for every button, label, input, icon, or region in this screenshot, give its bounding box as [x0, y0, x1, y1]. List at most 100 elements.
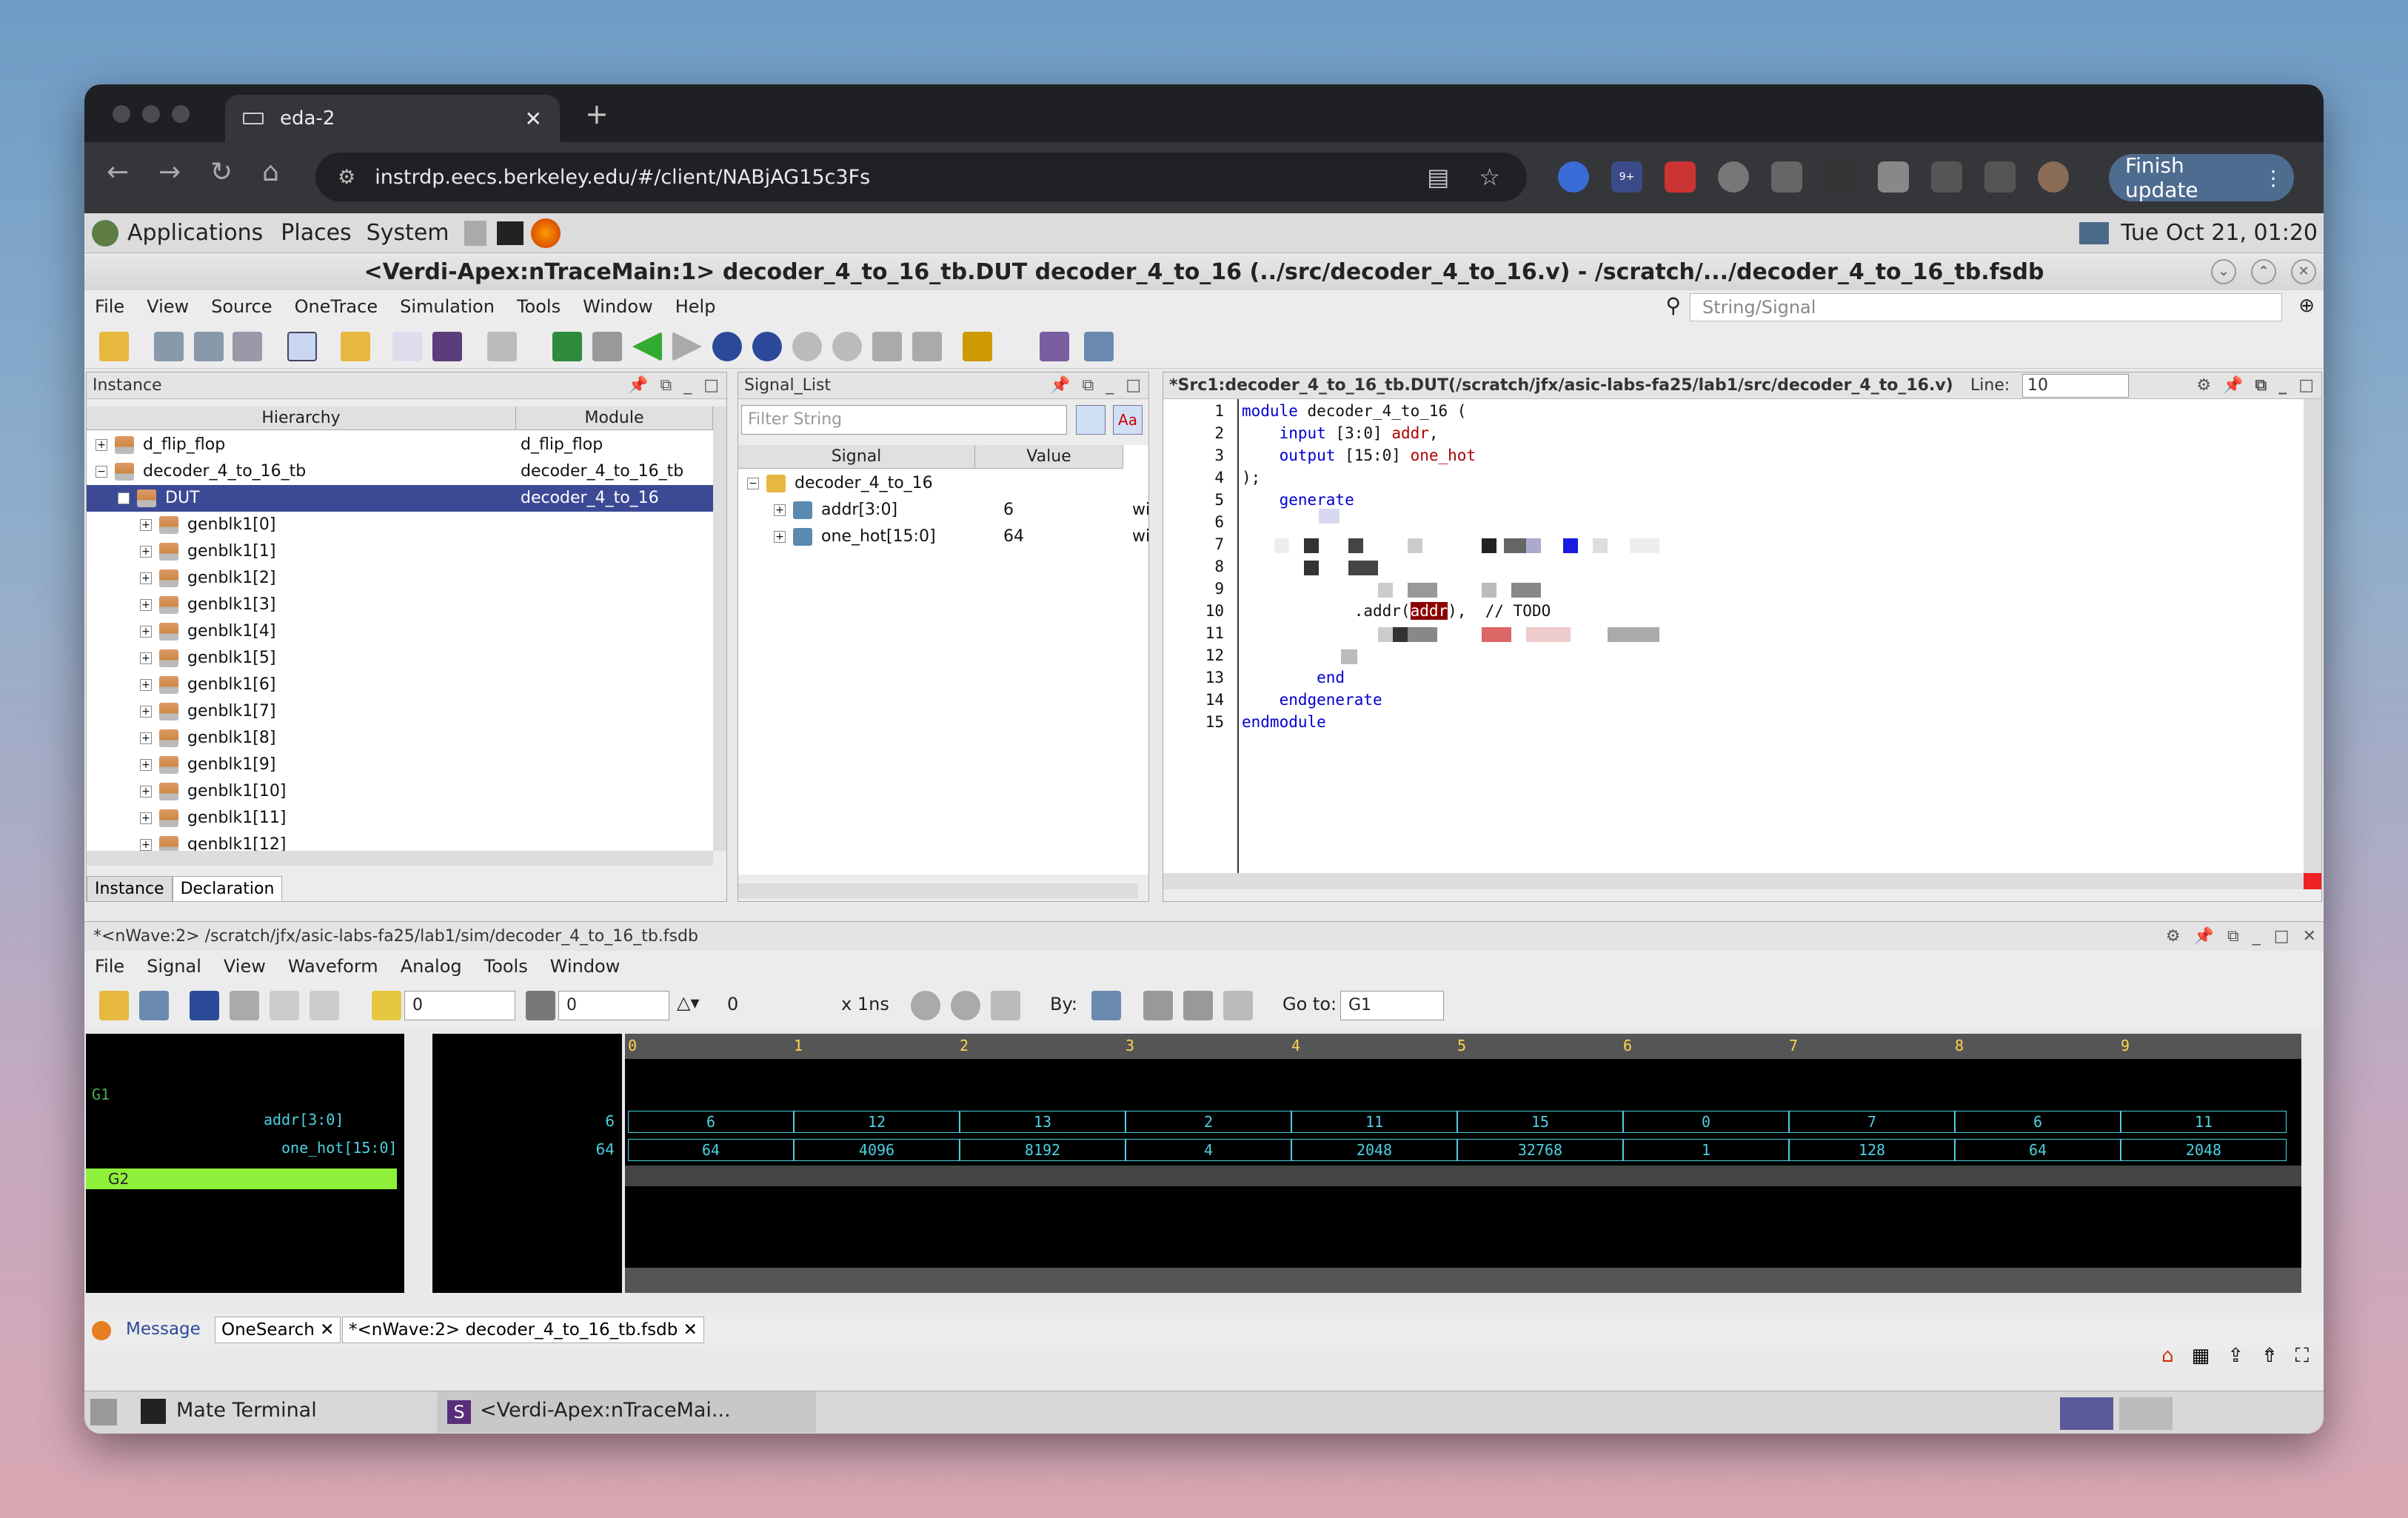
wave-segment[interactable]: 7 — [1789, 1111, 1955, 1133]
bookmark-icon[interactable] — [963, 332, 992, 361]
minimize-icon[interactable]: _ — [2278, 372, 2287, 399]
tab-instance[interactable]: Instance — [87, 876, 173, 901]
undo-icon[interactable] — [190, 991, 219, 1020]
wave-segment[interactable]: 64 — [1955, 1139, 2121, 1161]
text-editor-icon[interactable] — [464, 220, 486, 246]
disconnect-icon[interactable] — [912, 332, 942, 361]
wave-segment[interactable]: 6 — [1955, 1111, 2121, 1133]
l-icon[interactable] — [552, 332, 582, 361]
cursor-time-input[interactable]: 0 — [404, 991, 515, 1020]
up-icon[interactable] — [792, 332, 822, 361]
task-mate-terminal[interactable]: Mate Terminal — [176, 1399, 317, 1422]
nwave-menu-signal[interactable]: Signal — [147, 956, 201, 977]
tab-onesearch[interactable]: OneSearch ✕ — [215, 1317, 341, 1343]
col-signal[interactable]: Signal — [738, 445, 975, 469]
undock-icon[interactable]: ⧉ — [2255, 372, 2267, 399]
extension-red-icon[interactable] — [1665, 161, 1696, 193]
e-icon[interactable] — [432, 332, 462, 361]
tab-message[interactable]: Message — [126, 1320, 201, 1339]
cursor-icon[interactable] — [372, 991, 401, 1020]
reload-icon[interactable] — [139, 991, 169, 1020]
nwave-menu-waveform[interactable]: Waveform — [288, 956, 378, 977]
window-close-icon[interactable]: ✕ — [2291, 259, 2316, 284]
close-icon[interactable]: ✕ — [320, 1320, 334, 1340]
window-maximize-icon[interactable]: ⌃ — [2251, 259, 2276, 284]
gnome-menu-system[interactable]: System — [367, 220, 449, 246]
signal-row[interactable]: + one_hot[15:0] 64 wi — [774, 524, 1148, 550]
extension-shield-icon[interactable] — [1558, 161, 1589, 193]
paste-icon[interactable] — [310, 991, 339, 1020]
wave-segment[interactable]: 128 — [1789, 1139, 1955, 1161]
undock-icon[interactable]: ⧉ — [660, 372, 672, 399]
search-options-icon[interactable]: ⊕ — [2298, 295, 2315, 317]
fullscreen-icon[interactable]: ⛶ — [2295, 1345, 2309, 1368]
hierarchy-row[interactable]: + genblk1[9] — [87, 752, 713, 778]
gnome-menu-places[interactable]: Places — [281, 220, 351, 246]
connect-icon[interactable] — [872, 332, 902, 361]
col-value[interactable]: Value — [975, 445, 1123, 469]
extension-box-icon[interactable] — [1878, 161, 1909, 193]
forward-icon[interactable]: → — [158, 157, 181, 187]
wave-segment[interactable]: 11 — [1291, 1111, 1457, 1133]
nwave-menu-analog[interactable]: Analog — [401, 956, 462, 977]
expand-icon[interactable]: + — [140, 759, 152, 771]
search-icon[interactable]: ⚲ — [1665, 293, 1681, 318]
nwave-menu-view[interactable]: View — [224, 956, 266, 977]
wave-segment[interactable]: 8192 — [960, 1139, 1126, 1161]
signal-hscrollbar[interactable] — [738, 883, 1138, 898]
maximize-icon[interactable]: □ — [703, 372, 719, 399]
group-g2-row[interactable]: G2 — [86, 1168, 397, 1189]
profile-avatar[interactable] — [2038, 161, 2069, 193]
expand-icon[interactable]: + — [140, 626, 152, 638]
clipboard-icon[interactable]: ▤ — [1427, 163, 1449, 191]
pin-icon[interactable]: 📌 — [2223, 372, 2243, 399]
bookmark-star-icon[interactable]: ☆ — [1479, 163, 1500, 191]
select-mode-icon[interactable] — [287, 332, 317, 361]
tab-declaration[interactable]: Declaration — [172, 876, 283, 901]
window-controls[interactable] — [113, 105, 190, 123]
wave-segment[interactable]: 15 — [1457, 1111, 1623, 1133]
load-icon[interactable] — [341, 332, 370, 361]
next-edge-icon[interactable] — [1183, 991, 1213, 1020]
group-g1-label[interactable]: G1 — [92, 1086, 110, 1103]
delta-icon[interactable]: △▾ — [677, 992, 700, 1013]
menu-onetrace[interactable]: OneTrace — [295, 296, 378, 317]
driver-icon[interactable] — [712, 332, 742, 361]
settings-icon[interactable]: ⚙ — [2166, 922, 2181, 952]
zoom-fit-icon[interactable] — [991, 991, 1020, 1020]
close-icon[interactable]: ✕ — [683, 1320, 698, 1340]
hierarchy-row[interactable]: + genblk1[8] — [87, 725, 713, 752]
minimize-icon[interactable]: _ — [1106, 372, 1114, 399]
load-trace-icon[interactable] — [752, 332, 782, 361]
string-signal-search[interactable]: String/Signal — [1690, 293, 2282, 321]
menu-simulation[interactable]: Simulation — [400, 296, 495, 317]
copy-icon[interactable] — [270, 991, 299, 1020]
wave-segment[interactable]: 6 — [628, 1111, 794, 1133]
tab-nwave[interactable]: *<nWave:2> decoder_4_to_16_tb.fsdb ✕ — [342, 1317, 704, 1343]
extension-badge-icon[interactable]: 9+ — [1611, 161, 1642, 193]
up-icon[interactable]: ⇪ — [2227, 1345, 2244, 1368]
zoom-out-icon[interactable] — [911, 991, 940, 1020]
expand-icon[interactable]: − — [96, 466, 107, 478]
wave-segment[interactable]: 32768 — [1457, 1139, 1623, 1161]
wave-segment[interactable]: 4 — [1126, 1139, 1291, 1161]
menu-view[interactable]: View — [147, 296, 189, 317]
cut-icon[interactable] — [230, 991, 259, 1020]
terminal-icon[interactable] — [496, 221, 524, 245]
wave-segment[interactable]: 64 — [628, 1139, 794, 1161]
expand-icon[interactable]: + — [140, 732, 152, 744]
collapse-icon[interactable]: − — [747, 478, 759, 489]
waveform-icon[interactable] — [1040, 332, 1069, 361]
wave-segment[interactable]: 2048 — [1291, 1139, 1457, 1161]
site-settings-icon[interactable]: ⚙ — [338, 166, 355, 189]
tree-icon[interactable]: ⇮ — [2261, 1345, 2278, 1368]
extension-owl-icon[interactable] — [1718, 161, 1749, 193]
window-minimize-icon[interactable]: ⌄ — [2211, 259, 2236, 284]
filter-icon[interactable] — [1076, 405, 1106, 435]
nwave-menu-file[interactable]: File — [95, 956, 124, 977]
forward-arrow-icon[interactable] — [672, 332, 702, 361]
nwave-menu-window[interactable]: Window — [550, 956, 621, 977]
maximize-icon[interactable]: □ — [2274, 922, 2290, 952]
clock[interactable]: Tue Oct 21, 01:20 — [2121, 220, 2318, 246]
expand-icon[interactable]: − — [118, 492, 130, 504]
